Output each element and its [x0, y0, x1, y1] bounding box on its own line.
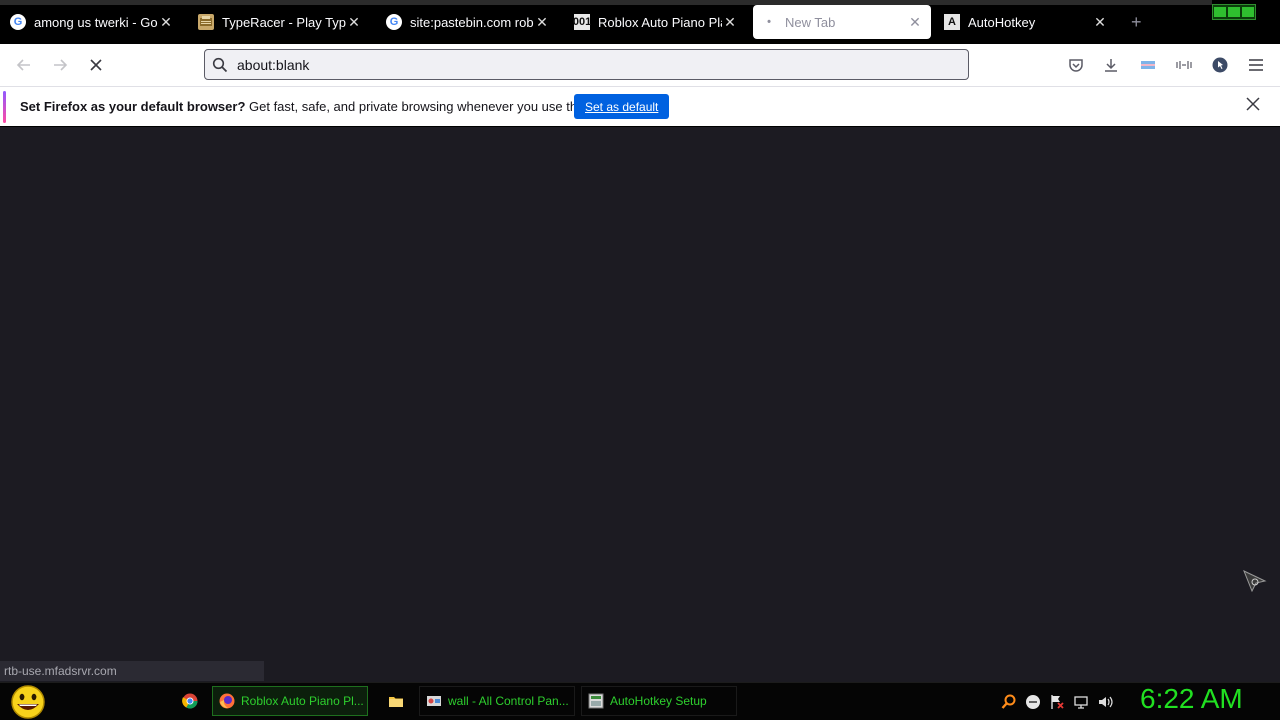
tab-title: TypeRacer - Play Typing: [222, 14, 346, 30]
extension-flag-button[interactable]: [1137, 54, 1159, 76]
typeracer-icon: [198, 14, 214, 30]
tab-close-icon[interactable]: ✕: [158, 14, 174, 31]
notification-close-button[interactable]: [1246, 95, 1260, 117]
pocket-button[interactable]: [1065, 54, 1087, 76]
notification-accent: [3, 91, 6, 123]
tab-close-icon[interactable]: ✕: [534, 14, 550, 31]
set-as-default-label: Set as default: [585, 99, 659, 114]
tab-close-icon[interactable]: ✕: [346, 14, 362, 31]
indicator-bar: [1228, 7, 1240, 17]
tab-new-tab[interactable]: • New Tab ✕: [753, 5, 931, 39]
taskbar-item-control-panel[interactable]: wall - All Control Pan...: [419, 686, 575, 716]
tab-roblox-piano[interactable]: 001 Roblox Auto Piano Playe ✕: [566, 5, 746, 39]
hamburger-menu-icon: [1249, 59, 1263, 71]
autohotkey-icon: A: [944, 14, 960, 30]
new-tab-button[interactable]: +: [1131, 12, 1142, 33]
messenger-tray-icon[interactable]: [1025, 694, 1041, 710]
folder-icon: [388, 693, 404, 709]
default-browser-notification: Set Firefox as your default browser? Get…: [0, 86, 1280, 126]
notification-text: Get fast, safe, and private browsing whe…: [245, 99, 616, 114]
search-icon: [205, 57, 235, 73]
download-icon: [1105, 59, 1117, 72]
indicator-bar: [1214, 7, 1226, 17]
back-button[interactable]: [12, 54, 36, 76]
extension-button[interactable]: [1173, 54, 1195, 76]
tab-close-icon[interactable]: ✕: [907, 14, 923, 31]
tab-typeracer[interactable]: TypeRacer - Play Typing ✕: [190, 5, 370, 39]
chrome-quicklaunch[interactable]: [176, 686, 200, 716]
tab-pastebin-search[interactable]: G site:pastebin.com roblox ✕: [378, 5, 558, 39]
start-button[interactable]: [8, 684, 48, 720]
flag-extension-icon: [1141, 58, 1155, 72]
tab-among-us[interactable]: G among us twerki - Googl ✕: [2, 5, 182, 39]
roblox-piano-icon: 001: [572, 14, 592, 30]
notification-bold-text: Set Firefox as your default browser?: [20, 99, 246, 114]
search-tray-icon[interactable]: [1001, 694, 1017, 710]
navigation-toolbar: [0, 44, 1280, 86]
menu-button[interactable]: [1245, 54, 1267, 76]
tab-autohotkey[interactable]: A AutoHotkey ✕: [936, 5, 1116, 39]
pocket-icon: [1069, 59, 1083, 72]
taskbar-item-autohotkey-setup[interactable]: AutoHotkey Setup: [581, 686, 737, 716]
smiley-start-icon: [11, 685, 45, 719]
back-arrow-icon: [16, 59, 30, 71]
control-panel-icon: [426, 693, 442, 709]
url-bar[interactable]: [204, 49, 969, 80]
account-icon: [1212, 57, 1228, 73]
url-input[interactable]: [237, 56, 937, 73]
loading-dot-icon: •: [767, 16, 771, 28]
page-content[interactable]: [0, 127, 1280, 682]
taskbar-clock[interactable]: 6:22 AM: [1140, 683, 1243, 715]
tab-title: New Tab: [785, 14, 836, 30]
tab-strip: G among us twerki - Googl ✕ TypeRacer - …: [0, 0, 1280, 44]
taskbar-item-label: Roblox Auto Piano Pl...: [241, 694, 364, 708]
explorer-quicklaunch[interactable]: [382, 686, 406, 716]
tab-title: AutoHotkey: [968, 14, 1036, 30]
tab-title: among us twerki - Googl: [34, 14, 158, 30]
network-tray-icon[interactable]: [1073, 694, 1089, 710]
google-icon: G: [10, 14, 26, 30]
autohotkey-setup-icon: [588, 693, 604, 709]
forward-arrow-icon: [54, 59, 68, 71]
account-button[interactable]: [1209, 54, 1231, 76]
tab-title: Roblox Auto Piano Playe: [598, 14, 722, 30]
tab-title: site:pastebin.com roblox: [410, 14, 534, 30]
status-link-preview: rtb-use.mfadsrvr.com: [0, 661, 264, 681]
google-icon: G: [386, 14, 402, 30]
forward-button[interactable]: [48, 54, 72, 76]
notification-message: Set Firefox as your default browser? Get…: [20, 99, 615, 114]
volume-tray-icon[interactable]: [1097, 694, 1113, 710]
action-center-flag-icon[interactable]: [1049, 694, 1065, 710]
tab-close-icon[interactable]: ✕: [1092, 14, 1108, 31]
firefox-icon: [219, 693, 235, 709]
downloads-button[interactable]: [1100, 54, 1122, 76]
taskbar-item-firefox[interactable]: Roblox Auto Piano Pl...: [212, 686, 368, 716]
stop-button[interactable]: [84, 54, 108, 76]
chrome-icon: [182, 693, 198, 709]
taskbar-item-label: wall - All Control Pan...: [448, 694, 569, 708]
window-indicator-icon: [1212, 4, 1256, 20]
mouse-cursor-icon: [1243, 570, 1267, 592]
taskbar-item-label: AutoHotkey Setup: [610, 694, 707, 708]
taskbar: Roblox Auto Piano Pl... wall - All Contr…: [0, 682, 1280, 720]
signal-extension-icon: [1176, 61, 1192, 69]
tab-close-icon[interactable]: ✕: [722, 14, 738, 31]
set-as-default-button[interactable]: Set as default: [574, 94, 670, 119]
stop-x-icon: [90, 59, 102, 71]
close-icon: [1246, 97, 1260, 111]
indicator-bar: [1242, 7, 1254, 17]
